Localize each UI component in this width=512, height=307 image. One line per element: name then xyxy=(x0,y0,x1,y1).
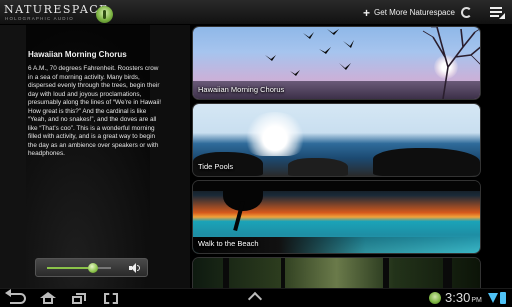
track-card-tide-pools[interactable]: Tide Pools xyxy=(193,104,480,176)
logo-subtitle: HOLOGRAPHIC AUDIO xyxy=(5,16,74,21)
description-title: Hawaiian Morning Chorus xyxy=(28,50,127,59)
back-icon[interactable] xyxy=(5,289,26,304)
track-list: Hawaiian Morning Chorus Tide Pools Walk … xyxy=(190,25,512,288)
app-logo: NATURESPACE HOLOGRAPHIC AUDIO xyxy=(4,3,114,23)
description-body: 6 A.M., 70 degrees Fahrenheit. Roosters … xyxy=(28,65,162,157)
volume-control xyxy=(35,258,148,277)
tree-trunk xyxy=(281,258,285,288)
get-more-label: Get More Naturespace xyxy=(374,8,455,17)
notification-leaf-icon[interactable] xyxy=(429,292,441,304)
volume-slider-handle[interactable] xyxy=(88,263,99,273)
logo-name: NATURESPACE xyxy=(4,3,109,16)
tree-trunk xyxy=(443,258,452,288)
screenshot-icon[interactable] xyxy=(104,293,118,304)
tree-trunk xyxy=(223,258,229,288)
plus-icon: + xyxy=(363,5,371,20)
action-bar: NATURESPACE HOLOGRAPHIC AUDIO + Get More… xyxy=(0,0,512,25)
track-card-forest[interactable] xyxy=(193,258,480,288)
clock-suffix: PM xyxy=(471,297,482,304)
description-pane: Hawaiian Morning Chorus 6 A.M., 70 degre… xyxy=(0,25,190,288)
card-wave-splash xyxy=(245,112,305,156)
speaker-icon[interactable] xyxy=(129,263,141,273)
home-icon[interactable] xyxy=(40,292,56,304)
get-more-button[interactable]: + Get More Naturespace xyxy=(363,6,455,19)
tree-silhouette xyxy=(0,25,26,288)
recent-apps-icon[interactable] xyxy=(72,293,86,304)
volume-slider-fill xyxy=(47,267,94,269)
wifi-icon xyxy=(488,293,498,303)
card-rock xyxy=(373,148,480,176)
track-card-walk-to-the-beach[interactable]: Walk to the Beach xyxy=(193,181,480,253)
card-rock xyxy=(288,158,348,176)
track-label: Walk to the Beach xyxy=(198,239,259,248)
tree-trunk xyxy=(383,258,389,288)
clock-time: 3:30 xyxy=(445,290,471,305)
track-card-hawaiian-morning-chorus[interactable]: Hawaiian Morning Chorus xyxy=(193,27,480,99)
clock[interactable]: 3:30PM xyxy=(445,290,482,305)
track-label: Hawaiian Morning Chorus xyxy=(198,85,285,94)
overflow-menu-icon[interactable] xyxy=(489,6,505,19)
refresh-icon[interactable] xyxy=(461,7,472,18)
up-chevron-icon[interactable] xyxy=(247,291,263,307)
volume-slider[interactable] xyxy=(47,267,111,269)
system-bar: 3:30PM xyxy=(0,288,512,307)
battery-icon xyxy=(500,292,506,304)
leaf-logo-icon xyxy=(96,6,113,23)
track-label: Tide Pools xyxy=(198,162,234,171)
